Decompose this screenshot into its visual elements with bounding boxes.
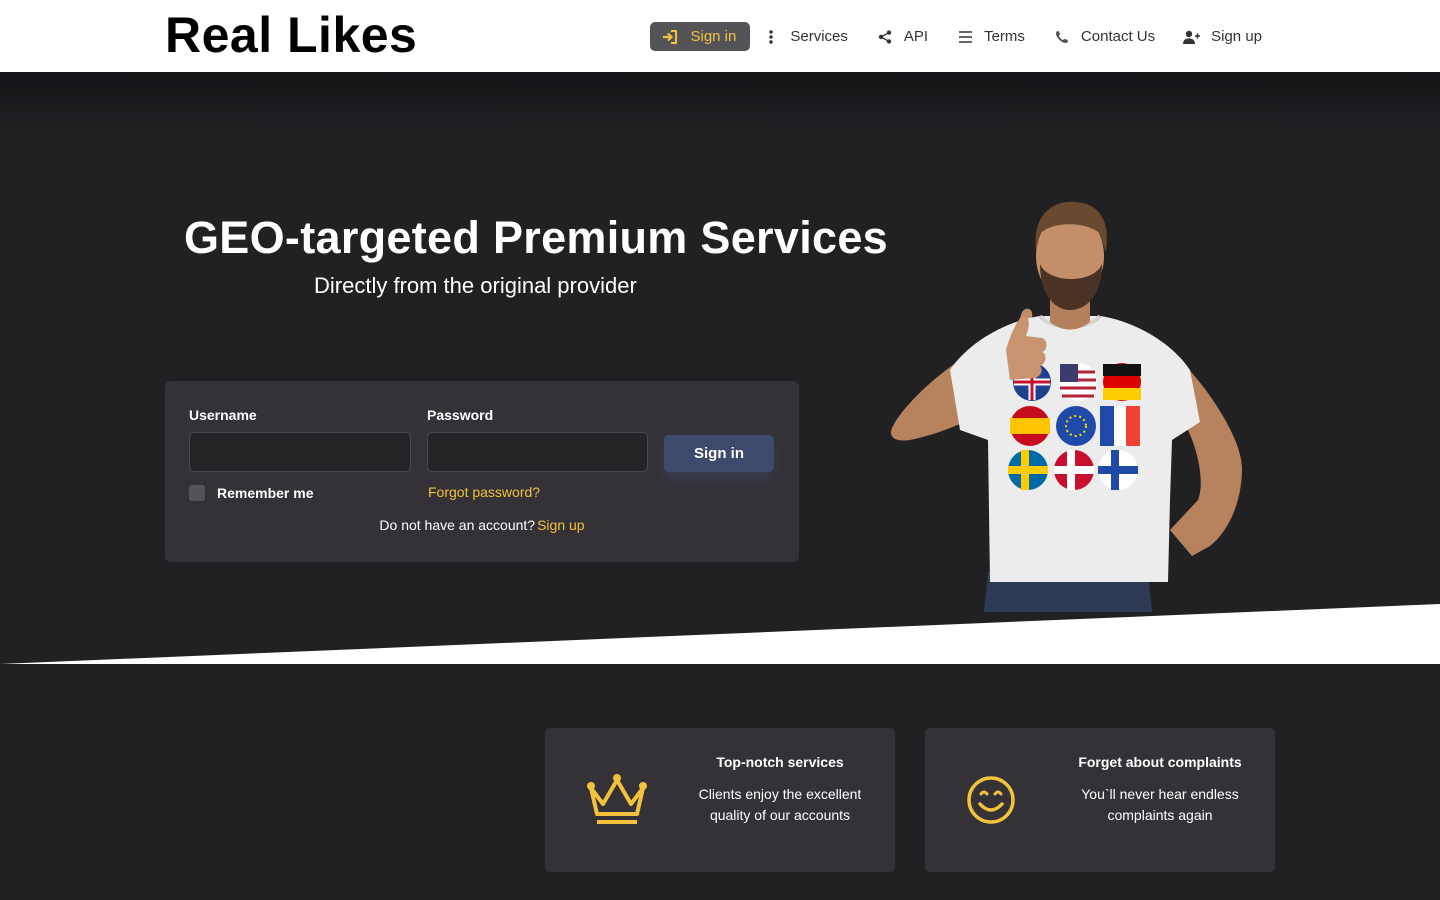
- remember-me-label: Remember me: [217, 485, 314, 501]
- sign-in-icon: [663, 29, 678, 44]
- hero-title: GEO-targeted Premium Services: [184, 212, 888, 263]
- hero-subtitle: Directly from the original provider: [314, 273, 637, 298]
- top-navbar: Real Likes Sign in Services API Terms Co…: [0, 0, 1440, 72]
- brand-logo[interactable]: Real Likes: [165, 6, 417, 64]
- signup-prompt-text: Do not have an account?: [379, 517, 536, 533]
- remember-me-checkbox[interactable]: [189, 485, 205, 501]
- nav-signup-label: Sign up: [1211, 28, 1262, 45]
- nav-services-label: Services: [790, 28, 848, 45]
- forgot-password-link[interactable]: Forgot password?: [428, 484, 540, 500]
- main-nav: Sign in Services API Terms Contact Us Si…: [650, 22, 1262, 51]
- password-input[interactable]: [427, 432, 648, 472]
- nav-signin-label: Sign in: [690, 28, 737, 45]
- user-plus-icon: [1183, 30, 1201, 44]
- nav-contact-label: Contact Us: [1080, 28, 1156, 45]
- feature-title: Forget about complaints: [1078, 754, 1242, 770]
- phone-icon: [1053, 30, 1071, 44]
- feature-card-no-complaints: Forget about complaints You`ll never hea…: [925, 728, 1275, 872]
- username-label: Username: [189, 407, 257, 423]
- share-icon: [876, 29, 894, 44]
- signup-link[interactable]: Sign up: [537, 517, 584, 533]
- nav-signup[interactable]: Sign up: [1183, 28, 1262, 45]
- feature-description: You`ll never hear endless complaints aga…: [1081, 786, 1239, 823]
- crown-icon: [587, 774, 647, 824]
- smile-icon: [967, 776, 1015, 824]
- feature-title: Top-notch services: [716, 754, 844, 770]
- feature-card-top-notch: Top-notch services Clients enjoy the exc…: [545, 728, 895, 872]
- signup-prompt: Do not have an account? Sign up: [165, 517, 799, 533]
- header-shadow: [0, 72, 1440, 132]
- nav-api-label: API: [903, 28, 929, 45]
- menu-lines-icon: [956, 30, 974, 43]
- section-divider: [0, 604, 1440, 664]
- login-form: Username Password Sign in Remember me Fo…: [165, 381, 799, 562]
- nav-signin-button[interactable]: Sign in: [650, 22, 751, 51]
- feature-description: Clients enjoy the excellent quality of o…: [698, 786, 862, 823]
- more-vertical-icon: [762, 29, 780, 44]
- hero-person-image: [890, 201, 1242, 612]
- password-label: Password: [427, 407, 494, 423]
- nav-terms-label: Terms: [984, 28, 1025, 45]
- flag-grid: [1008, 363, 1141, 490]
- nav-terms[interactable]: Terms: [956, 28, 1025, 45]
- nav-services[interactable]: Services: [762, 28, 848, 45]
- nav-api[interactable]: API: [876, 28, 928, 45]
- username-input[interactable]: [189, 432, 411, 472]
- nav-contact[interactable]: Contact Us: [1053, 28, 1155, 45]
- signin-button[interactable]: Sign in: [664, 435, 774, 472]
